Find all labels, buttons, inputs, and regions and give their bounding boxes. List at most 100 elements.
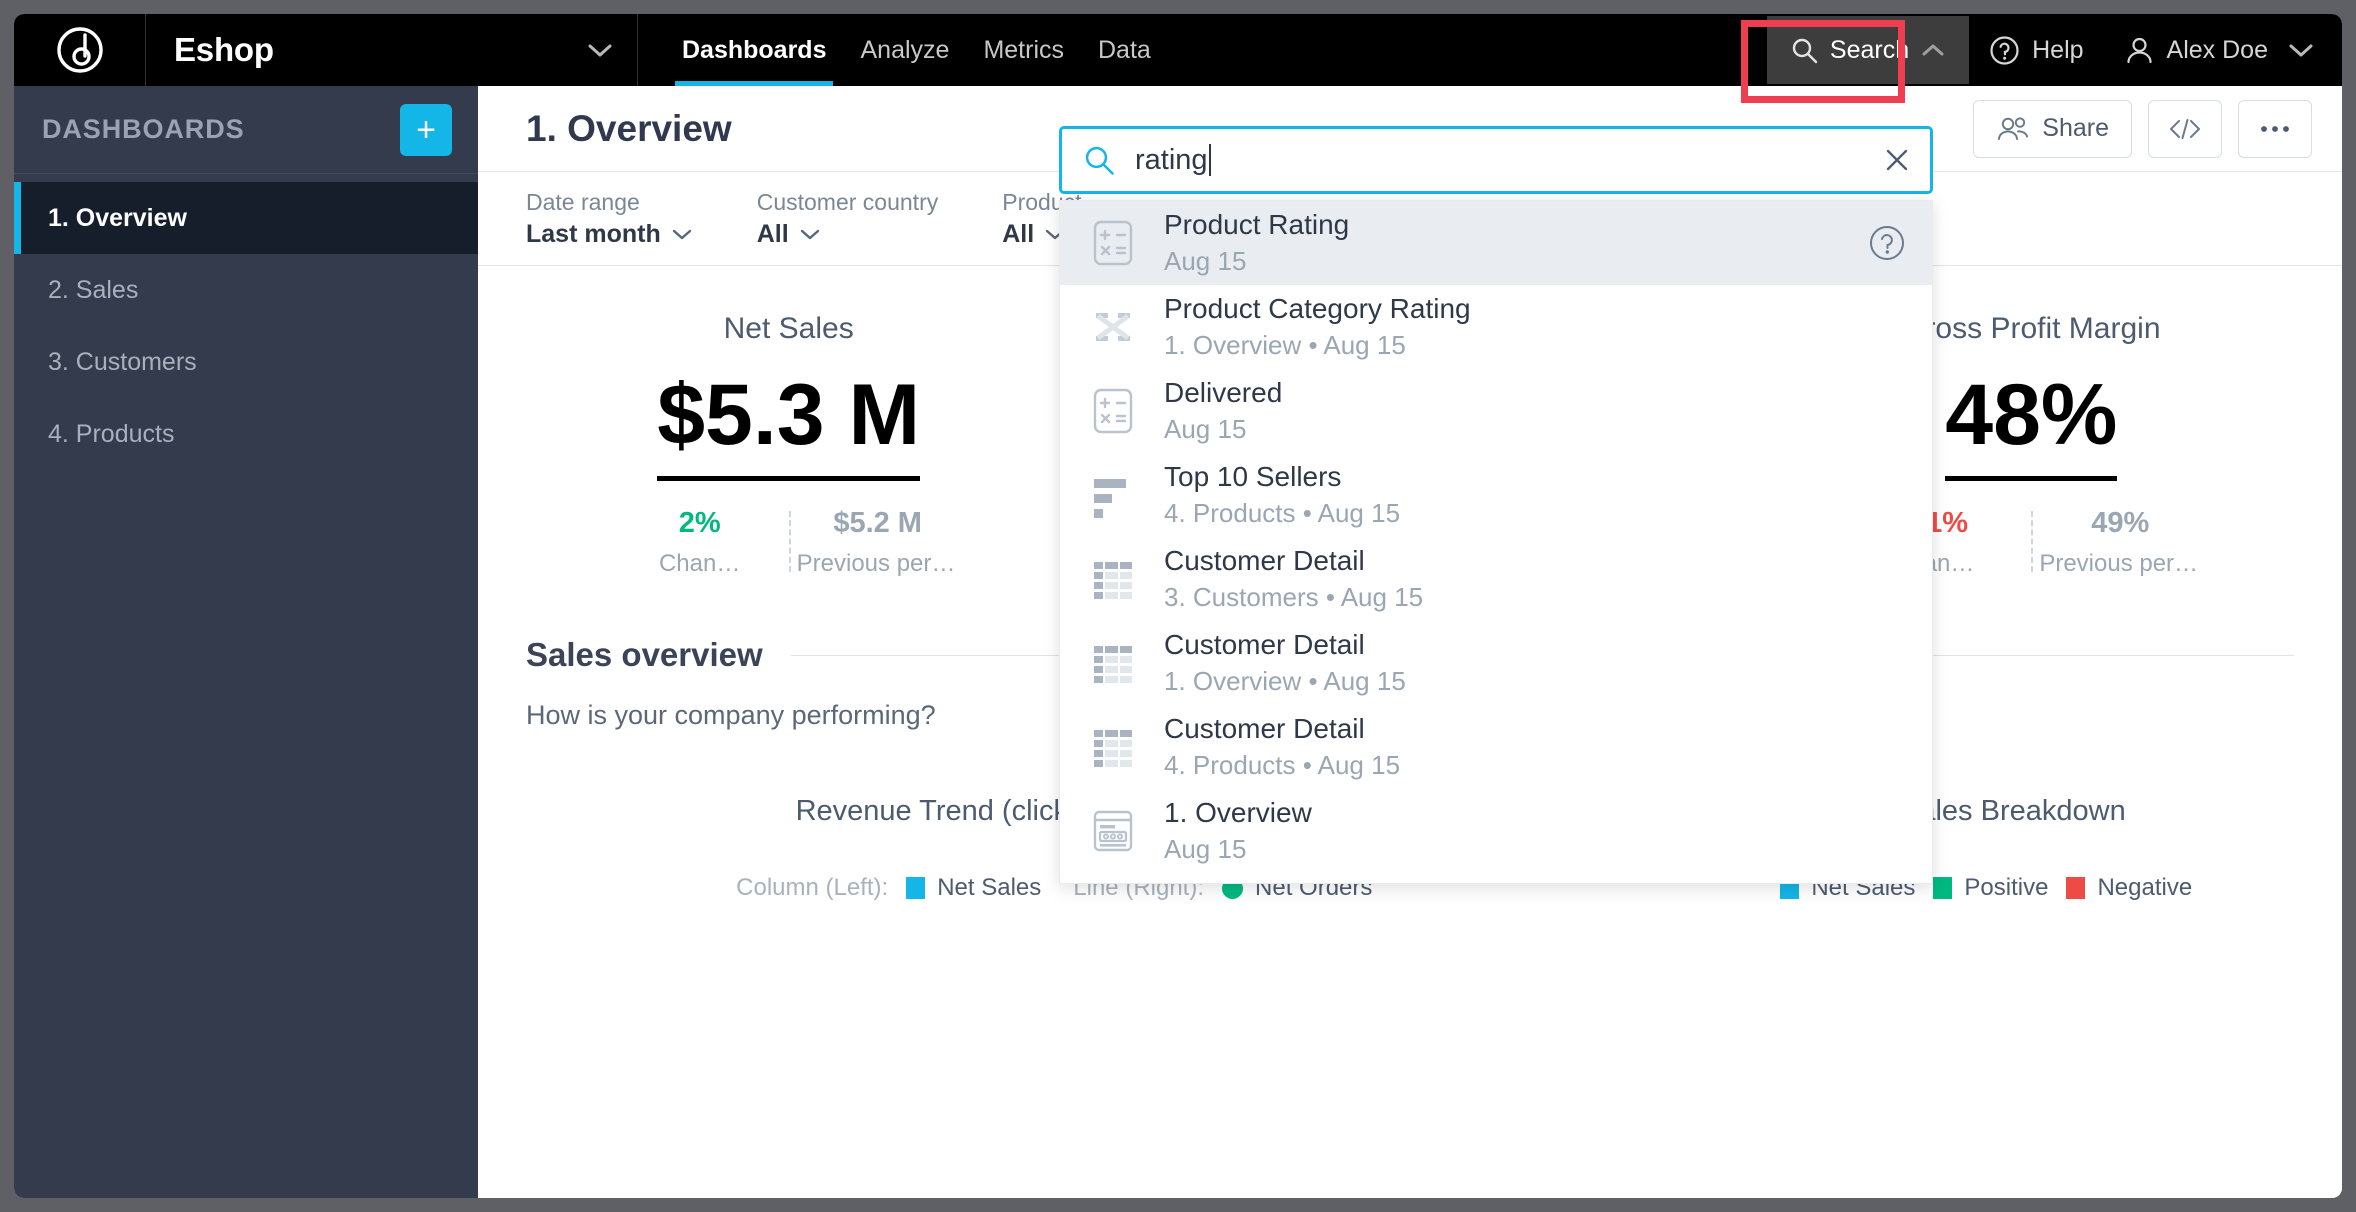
help-label: Help	[2032, 35, 2084, 64]
search-result-item[interactable]: Customer Detail 1. Overview • Aug 15	[1060, 621, 1932, 705]
dashboard-icon	[1093, 810, 1133, 852]
top-right-actions: Search Help Alex Doe	[1766, 14, 2342, 86]
top-navigation-bar: Eshop Dashboards Analyze Metrics Data Se…	[14, 14, 2342, 86]
chevron-down-icon	[2289, 44, 2313, 57]
question-circle-icon[interactable]	[1868, 224, 1906, 262]
app-window: Eshop Dashboards Analyze Metrics Data Se…	[14, 14, 2342, 1198]
search-result-texts: Customer Detail 1. Overview • Aug 15	[1164, 629, 1906, 696]
more-options-button[interactable]	[2238, 99, 2312, 158]
search-result-item[interactable]: Top 10 Sellers 4. Products • Aug 15	[1060, 453, 1932, 537]
sidebar-item-sales[interactable]: 2. Sales	[14, 254, 478, 326]
section-title: Sales overview	[526, 636, 763, 673]
search-result-meta: Aug 15	[1164, 413, 1247, 444]
user-name: Alex Doe	[2166, 35, 2268, 64]
search-result-meta: Aug 15	[1164, 245, 1247, 276]
search-result-meta: Aug 15	[1164, 833, 1247, 864]
search-result-meta: 1. Overview • Aug 15	[1164, 665, 1406, 696]
search-icon	[1085, 146, 1114, 175]
legend-item-net-sales[interactable]: Net Sales	[906, 874, 1041, 902]
kpi-change-label: Chan…	[658, 550, 741, 577]
kpi-value: $5.3 M	[657, 372, 921, 481]
filter-value-text: All	[756, 219, 789, 248]
search-input[interactable]: rating	[1135, 144, 1862, 177]
search-result-name: Customer Detail	[1164, 629, 1365, 661]
metric-icon	[1093, 220, 1133, 266]
filter-date-range[interactable]: Date range Last month	[526, 189, 693, 249]
search-input-wrapper[interactable]: rating	[1059, 126, 1933, 194]
search-result-item[interactable]: Delivered Aug 15	[1060, 369, 1932, 453]
sidebar-list: 1. Overview 2. Sales 3. Customers 4. Pro…	[14, 174, 478, 470]
search-result-name: 1. Overview	[1164, 797, 1312, 829]
search-result-texts: Customer Detail 3. Customers • Aug 15	[1164, 545, 1906, 612]
add-dashboard-button[interactable]: +	[400, 103, 452, 156]
search-icon	[1792, 38, 1818, 63]
plus-icon: +	[416, 110, 436, 149]
table-icon	[1094, 730, 1132, 767]
search-result-name: Delivered	[1164, 377, 1283, 409]
legend-caption: Column (Left):	[736, 874, 889, 901]
person-icon	[2126, 37, 2152, 63]
kpi-previous: $5.2 M Previous peri…	[788, 507, 967, 578]
search-result-item[interactable]: Customer Detail 3. Customers • Aug 15	[1060, 537, 1932, 621]
question-circle-icon	[1990, 35, 2019, 65]
metric-icon	[1093, 388, 1133, 434]
sidebar-item-overview[interactable]: 1. Overview	[14, 182, 478, 254]
chevron-down-icon	[800, 229, 819, 239]
nav-item-metrics[interactable]: Metrics	[966, 14, 1081, 86]
search-result-name: Product Category Rating	[1164, 293, 1471, 325]
code-icon	[2170, 118, 2200, 139]
search-result-texts: Customer Detail 4. Products • Aug 15	[1164, 713, 1906, 780]
app-logo[interactable]	[14, 14, 146, 86]
search-result-name: Customer Detail	[1164, 713, 1365, 745]
kpi-previous-label: Previous peri…	[796, 550, 961, 577]
embed-code-button[interactable]	[2148, 99, 2222, 158]
logo-icon	[56, 27, 103, 73]
nav-item-dashboards[interactable]: Dashboards	[665, 14, 843, 86]
bar-chart-icon	[1094, 479, 1126, 518]
search-result-meta: 4. Products • Aug 15	[1164, 749, 1401, 780]
kpi-value: 48%	[1945, 372, 2118, 481]
kpi-subrow: 2% Chan… $5.2 M Previous peri…	[478, 507, 1099, 578]
search-result-meta: 3. Customers • Aug 15	[1164, 581, 1424, 612]
search-result-item[interactable]: Customer Detail 4. Products • Aug 15	[1060, 705, 1932, 789]
close-icon[interactable]	[1882, 145, 1912, 175]
nav-item-data[interactable]: Data	[1081, 14, 1168, 86]
sidebar-item-products[interactable]: 4. Products	[14, 398, 478, 470]
legend-swatch	[2066, 877, 2086, 899]
nav-item-analyze[interactable]: Analyze	[843, 14, 966, 86]
search-result-item[interactable]: 1. Overview Aug 15	[1060, 789, 1932, 873]
people-icon	[1998, 116, 2029, 140]
legend-label: Net Sales	[937, 874, 1042, 901]
legend-item-negative[interactable]: Negative	[2066, 874, 2192, 902]
filter-value: Last month	[526, 220, 693, 249]
search-result-texts: Product Rating Aug 15	[1164, 209, 1842, 276]
search-result-name: Product Rating	[1164, 209, 1350, 241]
search-result-meta: 1. Overview • Aug 15	[1164, 329, 1406, 360]
sidebar-item-customers[interactable]: 3. Customers	[14, 326, 478, 398]
table-icon	[1094, 646, 1132, 683]
search-result-item[interactable]: Product Rating Aug 15	[1060, 201, 1932, 285]
filter-customer-country[interactable]: Customer country All	[757, 189, 939, 249]
legend-swatch	[1933, 877, 1953, 899]
search-result-item[interactable]: Product Category Rating 1. Overview • Au…	[1060, 285, 1932, 369]
ellipsis-icon	[2261, 125, 2289, 132]
search-result-texts: Product Category Rating 1. Overview • Au…	[1164, 293, 1906, 360]
search-result-name: Customer Detail	[1164, 545, 1365, 577]
user-menu-button[interactable]: Alex Doe	[2104, 14, 2320, 86]
chevron-up-icon	[1922, 44, 1944, 55]
search-button[interactable]: Search	[1766, 16, 1970, 84]
share-button[interactable]: Share	[1973, 99, 2132, 158]
search-result-meta: 4. Products • Aug 15	[1164, 497, 1401, 528]
search-results-list: Product Rating Aug 15 Product Category R…	[1059, 200, 1933, 884]
project-name: Eshop	[174, 31, 274, 68]
kpi-net-sales: Net Sales $5.3 M 2% Chan… $5.2 M Previou…	[478, 312, 1099, 578]
legend-item-positive[interactable]: Positive	[1933, 874, 2048, 902]
filter-value: All	[757, 220, 939, 249]
filter-value-text: Last month	[526, 219, 661, 248]
help-button[interactable]: Help	[1969, 14, 2103, 86]
search-result-texts: 1. Overview Aug 15	[1164, 797, 1906, 864]
project-selector[interactable]: Eshop	[146, 14, 638, 86]
sidebar-title: DASHBOARDS	[42, 114, 245, 144]
filter-value-text: All	[1002, 219, 1035, 248]
text-caret	[1208, 144, 1211, 176]
